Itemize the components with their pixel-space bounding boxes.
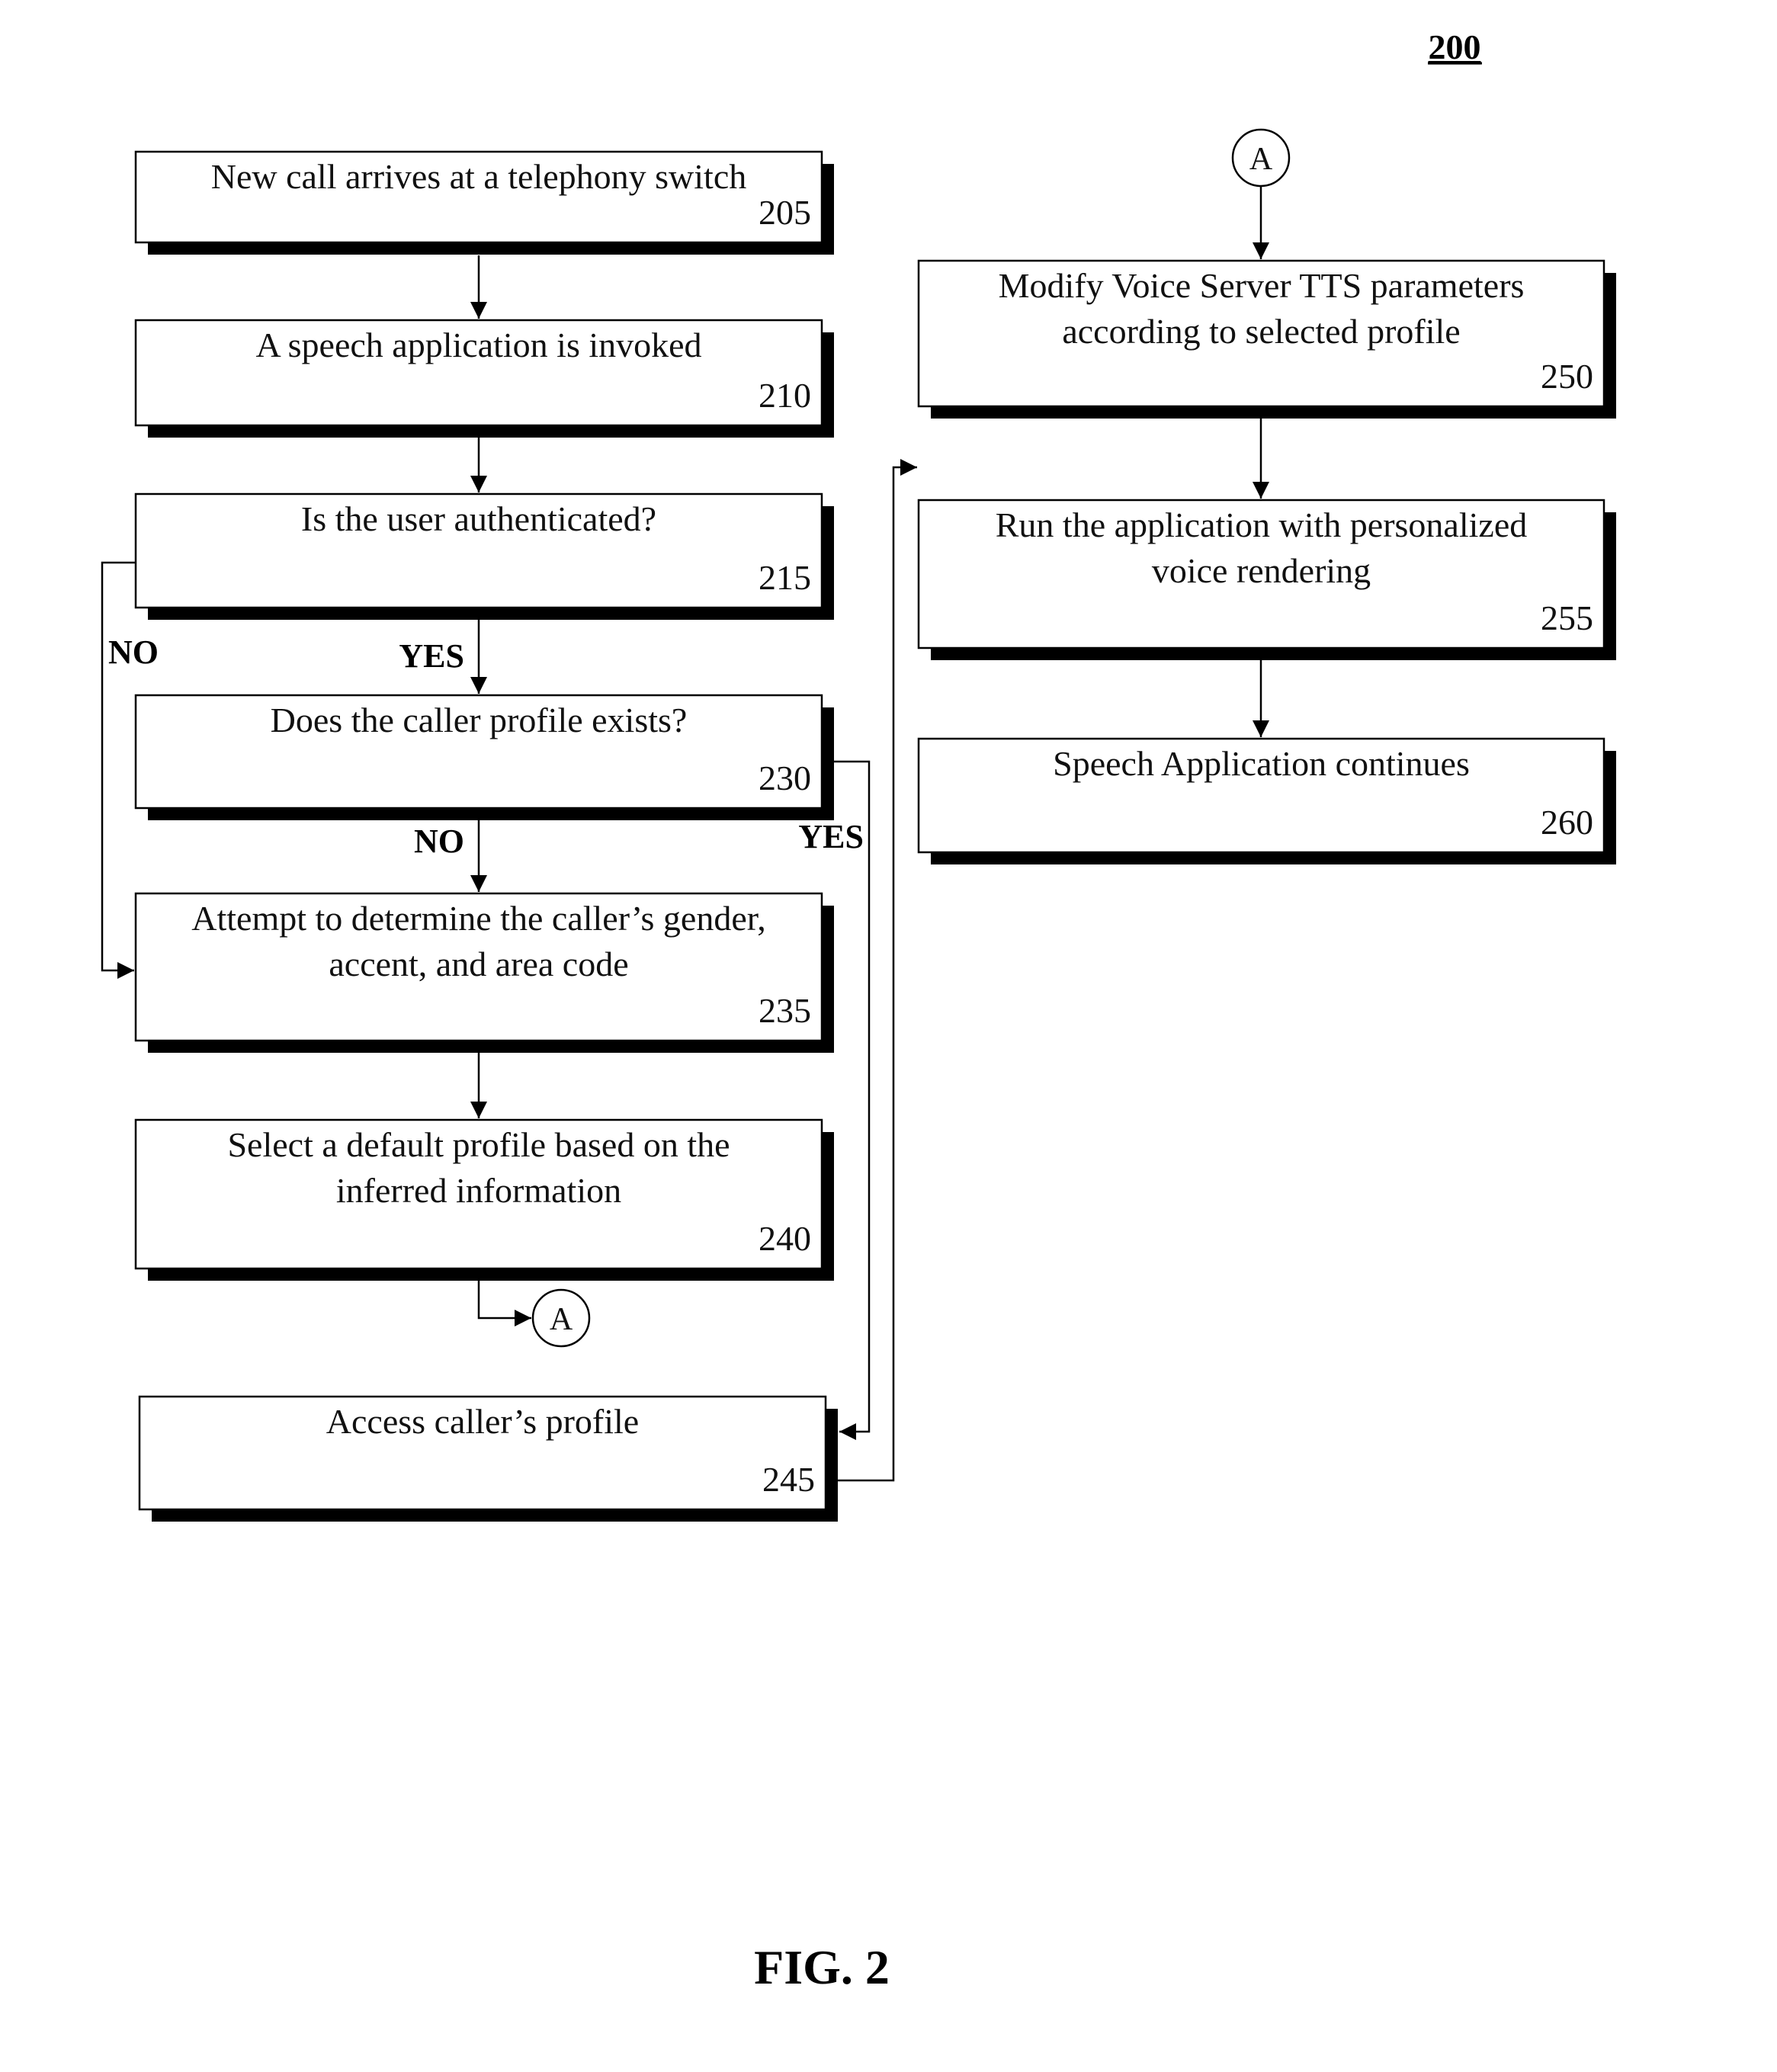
flowchart: 200 New call arrives at a telephony swit… bbox=[101, 27, 1616, 1994]
step-label-line: Attempt to determine the caller’s gender… bbox=[191, 899, 765, 938]
step-label-line: Speech Application continues bbox=[1053, 744, 1470, 783]
step-label-line: Is the user authenticated? bbox=[301, 499, 656, 538]
process-box-235: Attempt to determine the caller’s gender… bbox=[134, 892, 834, 1053]
step-label-line: New call arrives at a telephony switch bbox=[211, 157, 747, 196]
edge-240-connector-a bbox=[477, 1281, 531, 1326]
step-number: 215 bbox=[759, 558, 811, 597]
edge-230-245-yes bbox=[834, 760, 871, 1440]
step-label-line: inferred information bbox=[336, 1171, 621, 1210]
step-number: 240 bbox=[759, 1219, 811, 1258]
figure-caption: FIG. 2 bbox=[754, 1940, 890, 1994]
off-page-connector-out: A bbox=[531, 1288, 591, 1348]
step-label-line: Modify Voice Server TTS parameters bbox=[999, 266, 1525, 305]
step-number: 210 bbox=[759, 376, 811, 415]
process-box-250: Modify Voice Server TTS parameters accord… bbox=[917, 259, 1616, 419]
branch-label-auth-no: NO bbox=[108, 633, 159, 671]
step-number: 205 bbox=[759, 193, 811, 232]
connector-label: A bbox=[550, 1302, 573, 1337]
step-label-line: according to selected profile bbox=[1062, 312, 1460, 351]
process-boxes: New call arrives at a telephony switch 20… bbox=[134, 150, 1616, 1522]
process-box-210: A speech application is invoked 210 bbox=[134, 319, 834, 438]
step-number: 250 bbox=[1541, 357, 1593, 396]
step-label-line: Select a default profile based on the bbox=[227, 1125, 730, 1164]
off-page-connector-in: A bbox=[1231, 128, 1291, 188]
branch-label-profile-yes: YES bbox=[798, 818, 864, 855]
step-label-line: accent, and area code bbox=[329, 945, 628, 983]
connector-label: A bbox=[1249, 142, 1273, 177]
process-box-240: Select a default profile based on the inf… bbox=[134, 1118, 834, 1281]
process-box-255: Run the application with personalized voi… bbox=[917, 499, 1616, 660]
step-number: 235 bbox=[759, 991, 811, 1030]
process-box-215: Is the user authenticated? 215 bbox=[134, 492, 834, 620]
process-box-260: Speech Application continues 260 bbox=[917, 737, 1616, 864]
step-number: 260 bbox=[1541, 803, 1593, 842]
edge-215-235-no bbox=[101, 561, 136, 979]
step-label-line: Access caller’s profile bbox=[326, 1402, 639, 1441]
process-box-230: Does the caller profile exists? 230 bbox=[134, 694, 834, 820]
process-box-205: New call arrives at a telephony switch 20… bbox=[134, 150, 834, 255]
process-box-245: Access caller’s profile 245 bbox=[138, 1395, 838, 1522]
step-label-line: Does the caller profile exists? bbox=[271, 701, 688, 739]
figure-reference-number: 200 bbox=[1429, 27, 1481, 66]
step-label-line: A speech application is invoked bbox=[255, 326, 701, 364]
step-number: 230 bbox=[759, 759, 811, 797]
branch-label-auth-yes: YES bbox=[399, 637, 464, 675]
step-label-line: voice rendering bbox=[1152, 551, 1371, 590]
branch-label-profile-no: NO bbox=[414, 823, 464, 860]
step-number: 245 bbox=[762, 1460, 815, 1499]
step-label-line: Run the application with personalized bbox=[996, 505, 1527, 544]
step-number: 255 bbox=[1541, 598, 1593, 637]
edge-245-250 bbox=[838, 459, 917, 1482]
